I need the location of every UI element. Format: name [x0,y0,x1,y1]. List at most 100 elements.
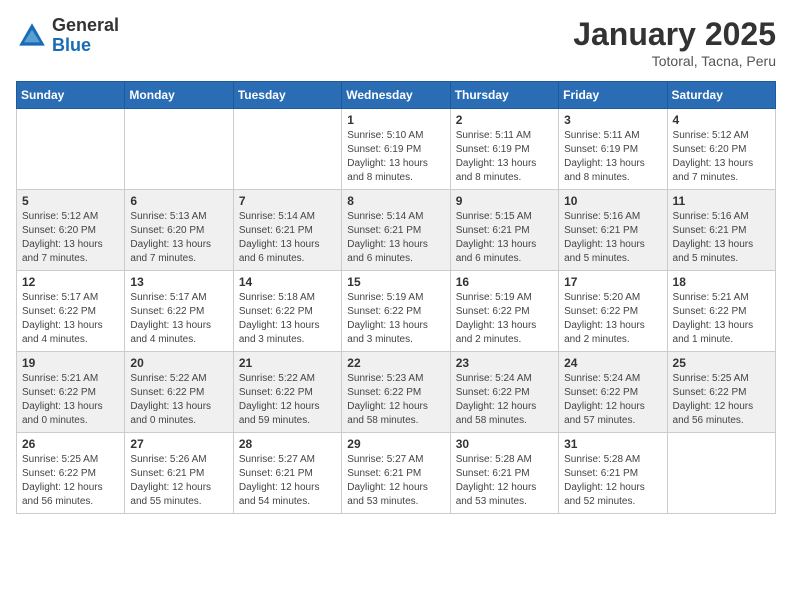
logo-icon [16,20,48,52]
day-number: 12 [22,275,119,289]
day-number: 7 [239,194,336,208]
day-of-week-header: Wednesday [342,82,450,109]
day-info: Sunrise: 5:22 AM Sunset: 6:22 PM Dayligh… [239,372,336,428]
day-number: 10 [564,194,661,208]
day-info: Sunrise: 5:11 AM Sunset: 6:19 PM Dayligh… [456,129,553,185]
calendar-day-cell: 23 Sunrise: 5:24 AM Sunset: 6:22 PM Dayli… [450,352,558,433]
logo-blue-text: Blue [52,36,119,56]
calendar-day-cell [125,109,233,190]
calendar-day-cell: 9 Sunrise: 5:15 AM Sunset: 6:21 PM Daylig… [450,190,558,271]
calendar-week-row: 5 Sunrise: 5:12 AM Sunset: 6:20 PM Daylig… [17,190,776,271]
day-of-week-header: Monday [125,82,233,109]
day-info: Sunrise: 5:23 AM Sunset: 6:22 PM Dayligh… [347,372,444,428]
calendar-title: January 2025 [573,16,776,53]
logo-general-text: General [52,16,119,36]
day-info: Sunrise: 5:10 AM Sunset: 6:19 PM Dayligh… [347,129,444,185]
day-number: 11 [673,194,770,208]
day-info: Sunrise: 5:12 AM Sunset: 6:20 PM Dayligh… [22,210,119,266]
day-info: Sunrise: 5:27 AM Sunset: 6:21 PM Dayligh… [347,453,444,509]
calendar-day-cell: 12Sunrise: 5:17 AM Sunset: 6:22 PM Dayli… [17,271,125,352]
calendar-day-cell: 31 Sunrise: 5:28 AM Sunset: 6:21 PM Dayli… [559,433,667,514]
day-number: 1 [347,113,444,127]
days-of-week-row: SundayMondayTuesdayWednesdayThursdayFrid… [17,82,776,109]
day-number: 27 [130,437,227,451]
day-number: 3 [564,113,661,127]
calendar-day-cell: 19Sunrise: 5:21 AM Sunset: 6:22 PM Dayli… [17,352,125,433]
calendar-day-cell: 5 Sunrise: 5:12 AM Sunset: 6:20 PM Daylig… [17,190,125,271]
day-info: Sunrise: 5:22 AM Sunset: 6:22 PM Dayligh… [130,372,227,428]
calendar-location: Totoral, Tacna, Peru [573,53,776,69]
day-number: 14 [239,275,336,289]
page-header: General Blue January 2025 Totoral, Tacna… [16,16,776,69]
day-number: 5 [22,194,119,208]
day-number: 28 [239,437,336,451]
day-number: 30 [456,437,553,451]
day-number: 9 [456,194,553,208]
calendar-day-cell: 16 Sunrise: 5:19 AM Sunset: 6:22 PM Dayli… [450,271,558,352]
day-number: 24 [564,356,661,370]
calendar-table: SundayMondayTuesdayWednesdayThursdayFrid… [16,81,776,514]
calendar-day-cell: 10 Sunrise: 5:16 AM Sunset: 6:21 PM Dayli… [559,190,667,271]
day-info: Sunrise: 5:16 AM Sunset: 6:21 PM Dayligh… [564,210,661,266]
calendar-week-row: 12Sunrise: 5:17 AM Sunset: 6:22 PM Dayli… [17,271,776,352]
calendar-day-cell: 28Sunrise: 5:27 AM Sunset: 6:21 PM Dayli… [233,433,341,514]
day-info: Sunrise: 5:21 AM Sunset: 6:22 PM Dayligh… [22,372,119,428]
day-number: 16 [456,275,553,289]
calendar-day-cell: 29 Sunrise: 5:27 AM Sunset: 6:21 PM Dayli… [342,433,450,514]
day-number: 22 [347,356,444,370]
calendar-day-cell: 7Sunrise: 5:14 AM Sunset: 6:21 PM Daylig… [233,190,341,271]
day-info: Sunrise: 5:16 AM Sunset: 6:21 PM Dayligh… [673,210,770,266]
title-block: January 2025 Totoral, Tacna, Peru [573,16,776,69]
calendar-day-cell: 1 Sunrise: 5:10 AM Sunset: 6:19 PM Daylig… [342,109,450,190]
day-info: Sunrise: 5:19 AM Sunset: 6:22 PM Dayligh… [347,291,444,347]
calendar-day-cell: 2 Sunrise: 5:11 AM Sunset: 6:19 PM Daylig… [450,109,558,190]
calendar-day-cell: 4Sunrise: 5:12 AM Sunset: 6:20 PM Daylig… [667,109,775,190]
calendar-day-cell: 3 Sunrise: 5:11 AM Sunset: 6:19 PM Daylig… [559,109,667,190]
day-info: Sunrise: 5:21 AM Sunset: 6:22 PM Dayligh… [673,291,770,347]
calendar-body: 1 Sunrise: 5:10 AM Sunset: 6:19 PM Daylig… [17,109,776,514]
day-info: Sunrise: 5:26 AM Sunset: 6:21 PM Dayligh… [130,453,227,509]
day-info: Sunrise: 5:24 AM Sunset: 6:22 PM Dayligh… [456,372,553,428]
day-info: Sunrise: 5:11 AM Sunset: 6:19 PM Dayligh… [564,129,661,185]
day-number: 23 [456,356,553,370]
day-number: 29 [347,437,444,451]
calendar-day-cell: 14 Sunrise: 5:18 AM Sunset: 6:22 PM Dayli… [233,271,341,352]
logo-text: General Blue [52,16,119,56]
day-number: 20 [130,356,227,370]
day-number: 17 [564,275,661,289]
calendar-week-row: 19Sunrise: 5:21 AM Sunset: 6:22 PM Dayli… [17,352,776,433]
day-info: Sunrise: 5:15 AM Sunset: 6:21 PM Dayligh… [456,210,553,266]
calendar-day-cell [233,109,341,190]
day-info: Sunrise: 5:28 AM Sunset: 6:21 PM Dayligh… [564,453,661,509]
calendar-day-cell [667,433,775,514]
calendar-day-cell: 24 Sunrise: 5:24 AM Sunset: 6:22 PM Dayli… [559,352,667,433]
calendar-day-cell: 30 Sunrise: 5:28 AM Sunset: 6:21 PM Dayli… [450,433,558,514]
calendar-day-cell: 17 Sunrise: 5:20 AM Sunset: 6:22 PM Dayli… [559,271,667,352]
day-info: Sunrise: 5:20 AM Sunset: 6:22 PM Dayligh… [564,291,661,347]
day-info: Sunrise: 5:18 AM Sunset: 6:22 PM Dayligh… [239,291,336,347]
day-info: Sunrise: 5:28 AM Sunset: 6:21 PM Dayligh… [456,453,553,509]
day-info: Sunrise: 5:24 AM Sunset: 6:22 PM Dayligh… [564,372,661,428]
day-of-week-header: Thursday [450,82,558,109]
calendar-day-cell: 8Sunrise: 5:14 AM Sunset: 6:21 PM Daylig… [342,190,450,271]
calendar-week-row: 1 Sunrise: 5:10 AM Sunset: 6:19 PM Daylig… [17,109,776,190]
calendar-day-cell: 25Sunrise: 5:25 AM Sunset: 6:22 PM Dayli… [667,352,775,433]
day-info: Sunrise: 5:13 AM Sunset: 6:20 PM Dayligh… [130,210,227,266]
day-number: 31 [564,437,661,451]
calendar-day-cell: 21Sunrise: 5:22 AM Sunset: 6:22 PM Dayli… [233,352,341,433]
day-info: Sunrise: 5:14 AM Sunset: 6:21 PM Dayligh… [347,210,444,266]
day-number: 6 [130,194,227,208]
day-number: 15 [347,275,444,289]
calendar-day-cell: 26Sunrise: 5:25 AM Sunset: 6:22 PM Dayli… [17,433,125,514]
calendar-day-cell [17,109,125,190]
calendar-day-cell: 11 Sunrise: 5:16 AM Sunset: 6:21 PM Dayli… [667,190,775,271]
day-of-week-header: Sunday [17,82,125,109]
calendar-day-cell: 18Sunrise: 5:21 AM Sunset: 6:22 PM Dayli… [667,271,775,352]
day-info: Sunrise: 5:19 AM Sunset: 6:22 PM Dayligh… [456,291,553,347]
day-info: Sunrise: 5:12 AM Sunset: 6:20 PM Dayligh… [673,129,770,185]
calendar-day-cell: 27 Sunrise: 5:26 AM Sunset: 6:21 PM Dayli… [125,433,233,514]
calendar-week-row: 26Sunrise: 5:25 AM Sunset: 6:22 PM Dayli… [17,433,776,514]
day-of-week-header: Friday [559,82,667,109]
day-number: 13 [130,275,227,289]
day-number: 2 [456,113,553,127]
